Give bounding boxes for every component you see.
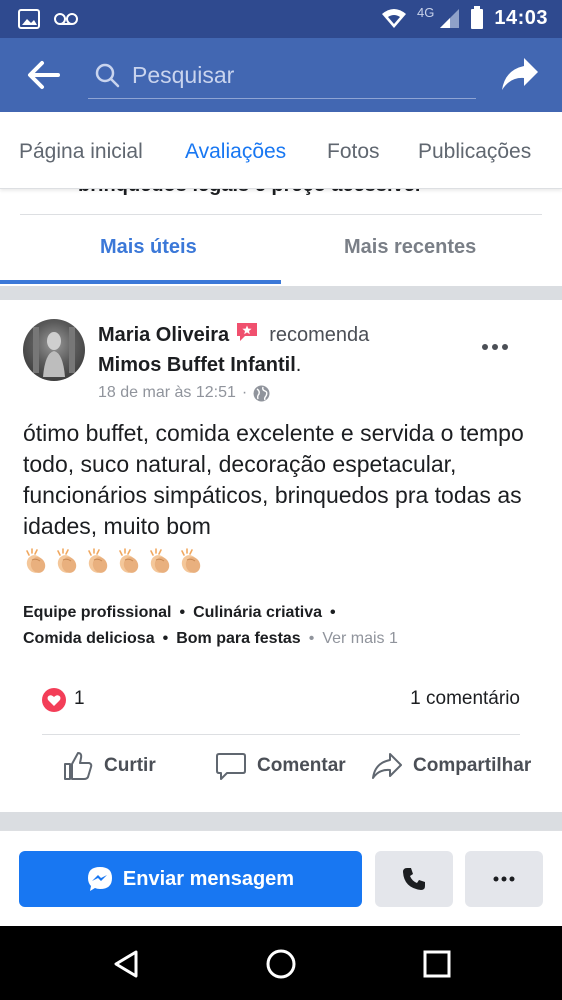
- reviewed-page: Mimos Buffet Infantil.: [98, 354, 301, 377]
- clapping-emoji-row: [23, 548, 204, 574]
- signal-icon: [440, 9, 460, 28]
- divider: [42, 734, 520, 735]
- comment-count[interactable]: 1 comentário: [410, 688, 520, 710]
- send-message-button[interactable]: Enviar mensagem: [19, 851, 362, 907]
- post-meta: 18 de mar às 12:51 ·: [98, 384, 270, 402]
- avatar[interactable]: [23, 319, 85, 381]
- sort-most-recent[interactable]: Mais recentes: [344, 236, 476, 259]
- messenger-icon: [87, 867, 112, 891]
- tag: Equipe profissional: [23, 604, 172, 621]
- share-arrow-icon[interactable]: [500, 56, 540, 92]
- clapping-hands-icon: [181, 548, 201, 573]
- review-tags: Equipe profissional • Culinária criativa • …: [23, 604, 398, 647]
- share-button[interactable]: Compartilhar: [371, 750, 531, 782]
- review-author-line: Maria Oliveira recomenda: [98, 322, 370, 347]
- post-actions: Curtir Comentar Compartilhar: [0, 750, 562, 790]
- avatar-photo: [33, 327, 75, 377]
- recommend-text: recomenda: [269, 324, 370, 346]
- call-button[interactable]: [375, 851, 453, 907]
- love-reaction-icon[interactable]: [42, 688, 66, 712]
- tab-pagina-inicial[interactable]: Página inicial: [19, 140, 143, 164]
- sort-most-helpful[interactable]: Mais úteis: [100, 236, 197, 259]
- meta-separator: ·: [241, 384, 248, 401]
- page-tabs: Página inicial Avaliações Fotos Publicaç…: [0, 112, 562, 189]
- review-card: Maria Oliveira recomenda Mimos Buffet In…: [0, 300, 562, 812]
- tab-publicacoes[interactable]: Publicações: [418, 140, 531, 164]
- page-name-period: .: [295, 354, 302, 376]
- clapping-hands-icon: [26, 548, 46, 573]
- tag: Comida deliciosa: [23, 630, 155, 647]
- divider: [20, 214, 542, 215]
- clapping-hands-icon: [57, 548, 77, 573]
- nav-recents-icon[interactable]: [421, 948, 453, 980]
- network-type: 4G: [417, 4, 435, 20]
- review-sort-area: brinquedos legais e preço acessível Mais…: [0, 188, 562, 286]
- wifi-icon: [382, 9, 406, 28]
- clapping-hands-icon: [150, 548, 170, 573]
- thumbs-up-icon: [64, 752, 93, 780]
- search-header: [0, 38, 562, 112]
- more-actions-button[interactable]: [465, 851, 543, 907]
- more-horizontal-icon: [493, 876, 515, 882]
- tab-avaliacoes[interactable]: Avaliações: [185, 140, 286, 164]
- post-timestamp[interactable]: 18 de mar às 12:51: [98, 384, 236, 402]
- nav-home-icon[interactable]: [265, 948, 297, 980]
- search-field[interactable]: [88, 52, 476, 99]
- comment-label: Comentar: [257, 755, 346, 776]
- comment-button[interactable]: Comentar: [215, 750, 346, 782]
- battery-icon: [471, 6, 484, 29]
- status-bar: 4G 14:03: [0, 0, 562, 38]
- back-arrow-icon[interactable]: [26, 60, 60, 90]
- reaction-stats: 1 1 comentário: [0, 684, 562, 714]
- search-input[interactable]: [130, 60, 454, 90]
- nav-back-icon[interactable]: [110, 948, 142, 980]
- page-name-link[interactable]: Mimos Buffet Infantil: [98, 354, 296, 376]
- tag: Culinária criativa: [193, 604, 323, 621]
- bottom-action-bar: Enviar mensagem: [0, 830, 562, 927]
- previous-review-text: brinquedos legais e preço acessível: [78, 188, 420, 197]
- share-label: Compartilhar: [413, 755, 532, 776]
- clapping-hands-icon: [119, 548, 139, 573]
- like-button[interactable]: Curtir: [62, 750, 156, 782]
- recommend-badge-icon: [237, 322, 258, 341]
- search-icon: [95, 63, 120, 88]
- clock: 14:03: [494, 6, 548, 29]
- phone-icon: [403, 868, 425, 890]
- more-options-icon[interactable]: [480, 340, 510, 354]
- image-icon: [18, 9, 40, 29]
- tag: Bom para festas: [176, 630, 301, 647]
- comment-icon: [216, 753, 246, 780]
- share-icon: [372, 753, 402, 779]
- reaction-count[interactable]: 1: [74, 688, 85, 710]
- like-label: Curtir: [104, 755, 156, 776]
- system-navigation-bar: [0, 926, 562, 1000]
- author-name[interactable]: Maria Oliveira: [98, 324, 229, 347]
- review-text: ótimo buffet, comida excelente e servida…: [23, 420, 524, 539]
- see-more-link[interactable]: Ver mais 1: [322, 630, 398, 647]
- send-message-label: Enviar mensagem: [122, 867, 295, 890]
- tab-fotos[interactable]: Fotos: [327, 140, 380, 164]
- active-sort-indicator: [0, 280, 281, 284]
- voicemail-icon: [54, 13, 78, 25]
- clapping-hands-icon: [88, 548, 108, 573]
- globe-icon: [253, 385, 270, 401]
